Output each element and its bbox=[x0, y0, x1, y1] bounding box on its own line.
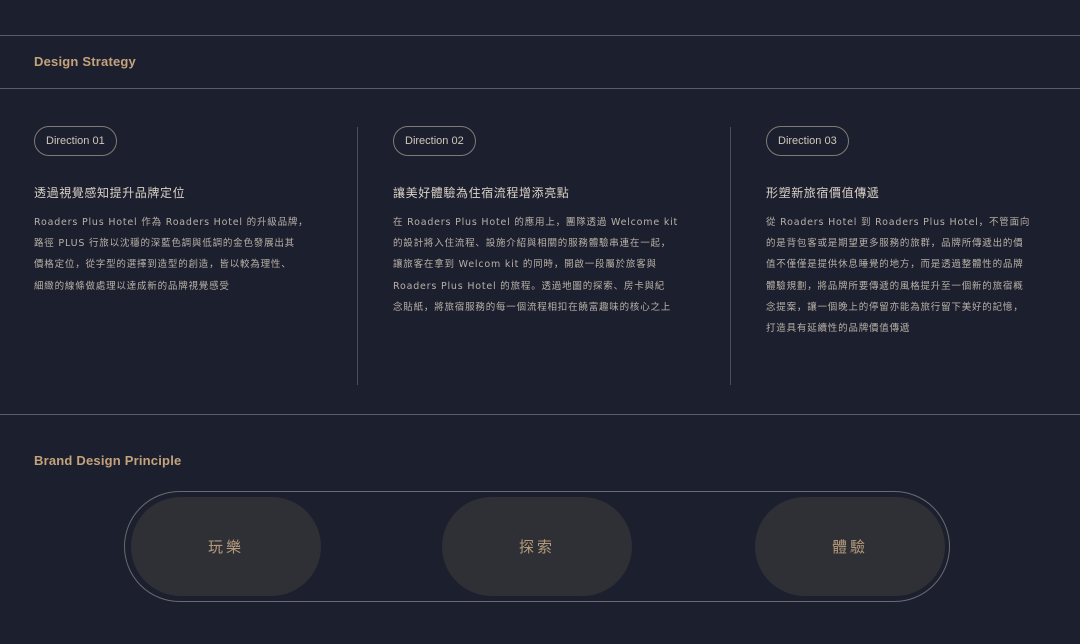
principle-experience: 體驗 bbox=[755, 497, 945, 596]
direction-01-badge: Direction 01 bbox=[34, 126, 117, 156]
direction-03-line: 從 Roaders Hotel 到 Roaders Plus Hotel，不管面… bbox=[766, 217, 1031, 228]
section-divider bbox=[0, 414, 1080, 415]
direction-02-line: 在 Roaders Plus Hotel 的應用上，團隊透過 Welcome k… bbox=[393, 217, 679, 228]
direction-02-badge: Direction 02 bbox=[393, 126, 476, 156]
direction-02-line: Roaders Plus Hotel 的旅程。透過地圖的探索、房卡與紀 bbox=[393, 280, 666, 292]
direction-03-badge: Direction 03 bbox=[766, 126, 849, 156]
direction-01-line: 價格定位，從字型的選擇到造型的創造，皆以較為理性、 bbox=[34, 259, 292, 271]
direction-03-heading: 形塑新旅宿價值傳遞 bbox=[766, 186, 880, 200]
principle-explore: 探索 bbox=[442, 497, 632, 596]
direction-01-line: 細緻的線條做處理以達成新的品牌視覺感受 bbox=[34, 280, 230, 292]
direction-02-line: 讓旅客在拿到 Welcom kit 的同時，開啟一段屬於旅客與 bbox=[393, 259, 657, 271]
direction-02-column: Direction 02 讓美好體驗為住宿流程增添亮點 在 Roaders Pl… bbox=[393, 126, 705, 313]
direction-01-line: Roaders Plus Hotel 作為 Roaders Hotel 的升級品… bbox=[34, 217, 309, 228]
strategy-header-divider bbox=[0, 88, 1080, 89]
direction-02-line: 的設計將入住流程、設施介紹與相關的服務體驗串連在一起， bbox=[393, 238, 672, 250]
design-strategy-title: Design Strategy bbox=[34, 54, 136, 69]
direction-02-line: 念貼紙，將旅宿服務的每一個流程相扣在饒富趣味的核心之上 bbox=[393, 301, 672, 313]
column-separator-1 bbox=[357, 127, 358, 385]
brand-design-principle-title: Brand Design Principle bbox=[34, 453, 182, 468]
direction-02-heading: 讓美好體驗為住宿流程增添亮點 bbox=[393, 186, 570, 200]
principle-play: 玩樂 bbox=[131, 497, 321, 596]
direction-02-body: 在 Roaders Plus Hotel 的應用上，團隊透過 Welcome k… bbox=[393, 212, 705, 318]
direction-03-line: 打造具有延續性的品牌價值傳遞 bbox=[766, 323, 911, 335]
direction-03-line: 念提案，讓一個晚上的停留亦能為旅行留下美好的記憶， bbox=[766, 301, 1024, 313]
direction-03-line: 體驗規劃，將品牌所要傳遞的風格提升至一個新的旅宿概 bbox=[766, 280, 1024, 292]
top-divider bbox=[0, 35, 1080, 36]
direction-01-column: Direction 01 透過視覺感知提升品牌定位 Roaders Plus H… bbox=[34, 126, 334, 292]
direction-03-column: Direction 03 形塑新旅宿價值傳遞 從 Roaders Hotel 到… bbox=[766, 126, 1056, 334]
direction-01-body: Roaders Plus Hotel 作為 Roaders Hotel 的升級品… bbox=[34, 212, 334, 297]
direction-01-heading: 透過視覺感知提升品牌定位 bbox=[34, 186, 186, 200]
direction-03-body: 從 Roaders Hotel 到 Roaders Plus Hotel，不管面… bbox=[766, 212, 1056, 339]
direction-03-line: 的是背包客或是期望更多服務的旅群，品牌所傳遞出的價 bbox=[766, 238, 1024, 250]
direction-01-line: 路徑 PLUS 行旅以沈穩的深藍色調與低調的金色發展出其 bbox=[34, 238, 295, 250]
direction-03-line: 值不僅僅是提供休息睡覺的地方，而是透過整體性的品牌 bbox=[766, 259, 1024, 271]
column-separator-2 bbox=[730, 127, 731, 385]
